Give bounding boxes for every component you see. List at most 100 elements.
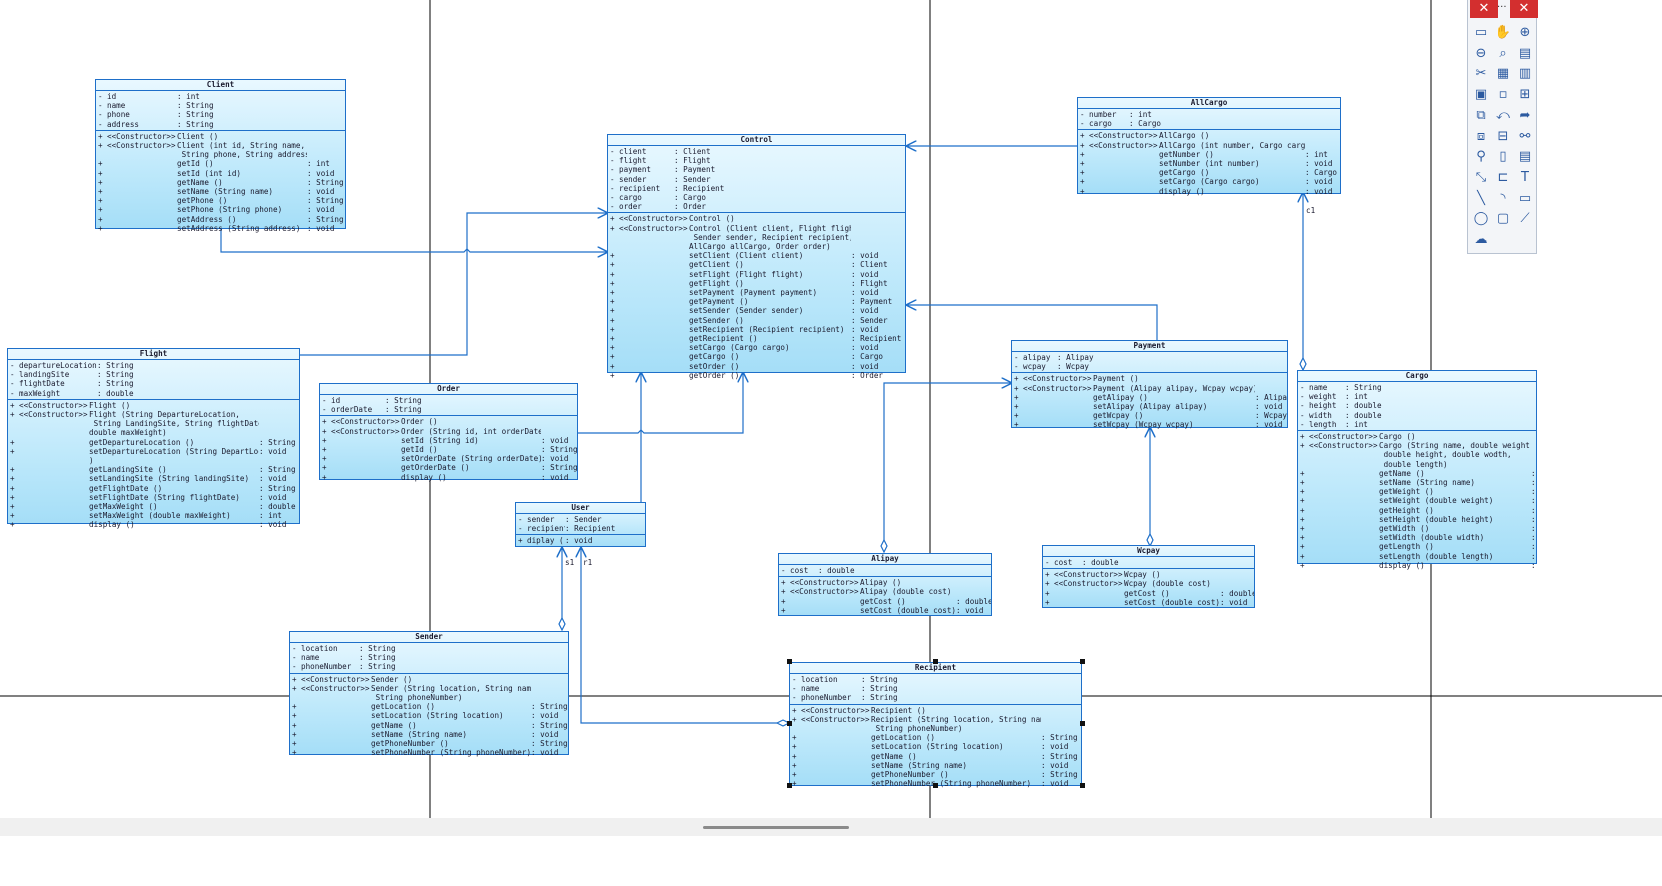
selection-handle[interactable] [1080, 783, 1085, 788]
operation-signature: setId (String id) [401, 435, 479, 445]
visibility: + [610, 334, 615, 344]
selection-handle[interactable] [787, 721, 792, 726]
assoc-order-control-1[interactable] [578, 373, 743, 434]
visibility: - [1300, 392, 1305, 402]
rounded-rect-icon[interactable]: ▢ [1494, 210, 1512, 228]
operation-signature: getPhoneNumber () [371, 739, 449, 749]
operation-row: + getWcpay (): Wcpay [1014, 411, 1287, 420]
color-fill-icon[interactable]: ▦ [1494, 65, 1512, 83]
visibility: - [610, 202, 615, 212]
attribute-type: : String [97, 370, 134, 380]
operation-row: + getOrderDate (): String [322, 463, 577, 472]
class-client[interactable]: Client - id: int - name: String - phone: Strin… [95, 79, 346, 233]
polyline-icon[interactable]: ⟋ [1516, 210, 1534, 228]
attributes-section: - number: int - cargo: Cargo [1078, 109, 1340, 131]
zoom-in-icon[interactable]: ⊕ [1516, 24, 1534, 42]
class-control[interactable]: Control - client: Client - flight: Flight - pa… [607, 134, 906, 380]
return-type: : void [307, 205, 335, 215]
tree-icon[interactable]: ⊞ [1516, 86, 1534, 104]
operation-signature: setWcpay (Wcpay wcpay) [1093, 420, 1194, 430]
return-type: : int [1305, 149, 1328, 159]
text-icon[interactable]: T [1516, 169, 1534, 187]
close-window-button[interactable]: ✕ [1510, 0, 1538, 18]
operation-signature: getLocation () [371, 702, 436, 712]
return-type: : void [541, 435, 569, 445]
arc-icon[interactable]: ◝ [1494, 190, 1512, 208]
assoc-flight-control[interactable] [300, 213, 607, 356]
components-icon[interactable]: ⧉ [1472, 107, 1490, 125]
class-wcpay[interactable]: Wcpay - cost: double + <<Constructor>> Wcpay … [1042, 545, 1255, 608]
class-icon[interactable]: ▣ [1472, 86, 1490, 104]
hierarchy-icon[interactable]: ⊟ [1494, 128, 1512, 146]
ellipse-icon[interactable]: ◯ [1472, 210, 1490, 228]
attribute-row: - landingSite: String [10, 370, 299, 379]
page-setup-icon[interactable]: ▤ [1516, 45, 1534, 63]
package-icon[interactable]: ⊏ [1494, 169, 1512, 187]
usecase-icon[interactable]: ⤺ [1494, 107, 1512, 125]
visibility: - [1300, 401, 1305, 411]
class-cargo[interactable]: Cargo - name: String - weight: int - height: d… [1297, 370, 1537, 570]
stereotype [301, 721, 371, 730]
palette-menu-ellipsis[interactable]: ... [1497, 0, 1507, 12]
attribute-row: - sender: Sender [518, 515, 645, 524]
visibility: + [1300, 468, 1305, 478]
close-palette-button[interactable]: ✕ [1470, 0, 1498, 18]
zoom-fit-icon[interactable]: ⌕ [1494, 45, 1512, 63]
document-icon[interactable]: ▤ [1516, 148, 1534, 166]
send-icon[interactable]: ➦ [1516, 107, 1534, 125]
attribute-type: : Recipient [674, 183, 725, 193]
operation-signature: setLocation (String location) [371, 711, 504, 721]
class-recipient[interactable]: Recipient - location: String - name: String -… [789, 662, 1082, 788]
selection-handle[interactable] [787, 659, 792, 664]
zoom-out-icon[interactable]: ⊖ [1472, 45, 1490, 63]
return-type [541, 417, 577, 426]
small-box-icon[interactable]: ▫ [1494, 86, 1512, 104]
select-icon[interactable]: ▭ [1472, 24, 1490, 42]
return-type: : Cargo [1305, 168, 1338, 178]
attribute-row: - name: String [1300, 383, 1536, 392]
class-sender[interactable]: Sender - location: String - name: String - pho… [289, 631, 569, 757]
class-order[interactable]: Order - id: String - orderDate: String + <<Con… [319, 383, 578, 482]
stereotype [1309, 515, 1379, 524]
attributes-section: - name: String - weight: int - height: double… [1298, 382, 1536, 432]
freeform-icon[interactable]: ☁ [1472, 231, 1490, 249]
horizontal-scrollbar[interactable] [0, 818, 1662, 836]
pin-icon[interactable]: ⚲ [1472, 148, 1490, 166]
class-allcargo[interactable]: AllCargo - number: int - cargo: Cargo + <<Cons… [1077, 97, 1341, 196]
hand-icon[interactable]: ✋ [1494, 24, 1512, 42]
visibility: - [1014, 362, 1019, 372]
visibility: + [792, 770, 797, 780]
selection-handle[interactable] [1080, 659, 1085, 664]
connector-icon[interactable]: ⤡ [1472, 169, 1490, 187]
class-flight[interactable]: Flight - departureLocation: String - landing… [7, 348, 300, 529]
operation-signature: setName (String name) [177, 187, 274, 197]
table-icon[interactable]: ▥ [1516, 65, 1534, 83]
stereotype: <<Constructor>> [1089, 131, 1158, 141]
assoc-payment-control[interactable] [907, 305, 1158, 340]
attribute-row: - location: String [792, 675, 1081, 684]
class-user[interactable]: User - sender: Sender - recipient: Recipient… [515, 502, 646, 547]
visibility: + [10, 465, 15, 475]
visibility: + [610, 260, 615, 270]
selection-handle[interactable] [933, 659, 938, 664]
cut-icon[interactable]: ✂ [1472, 65, 1490, 83]
visibility: - [10, 388, 15, 398]
attribute-type: : Sender [565, 515, 602, 524]
operation-signature: getAlipay () [1093, 392, 1148, 402]
selection-handle[interactable] [787, 783, 792, 788]
selection-handle[interactable] [1080, 721, 1085, 726]
link-icon[interactable]: ⚯ [1516, 128, 1534, 146]
assoc-alipay-payment[interactable] [883, 383, 1011, 540]
rectangle-icon[interactable]: ▭ [1516, 190, 1534, 208]
class-alipay[interactable]: Alipay - cost: double + <<Constructor>> Alipa… [778, 553, 992, 616]
operation-row: + <<Constructor>> Cargo (String name, doub… [1300, 441, 1536, 469]
note-icon[interactable]: ▯ [1494, 148, 1512, 166]
attribute-name: id [331, 396, 341, 405]
return-type: : Cargo [851, 352, 884, 362]
assoc-recipient-user[interactable] [581, 548, 777, 724]
line-icon[interactable]: ╲ [1472, 190, 1490, 208]
class-payment[interactable]: Payment - alipay: Alipay - wcpay: Wcpay + <<Co… [1011, 340, 1288, 430]
selection-handle[interactable] [933, 783, 938, 788]
scrollbar-thumb[interactable] [703, 826, 849, 829]
interfaces-icon[interactable]: ⧈ [1472, 128, 1490, 146]
